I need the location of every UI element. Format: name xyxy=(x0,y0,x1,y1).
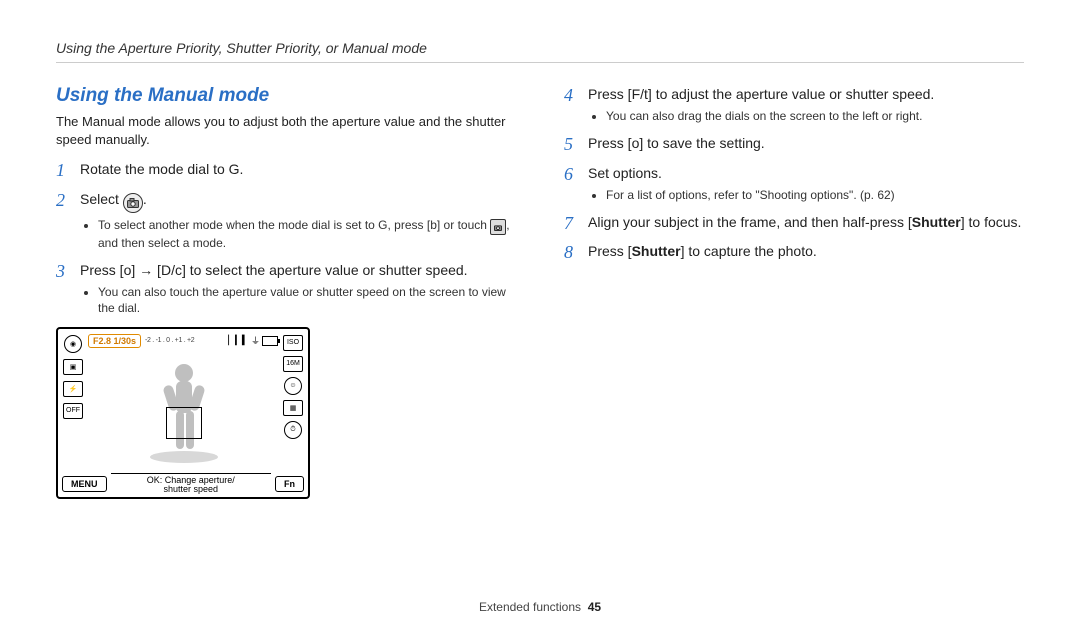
lcd-screenshot: ◉ ▣ ⚡ OFF ISO 16M ☺ ▦ ⏱ F2.8 1/30s -2 . … xyxy=(56,327,310,499)
step-body: Select . To select another mode when the… xyxy=(80,190,516,254)
step-body: Set options. For a list of options, refe… xyxy=(588,164,1024,205)
step-number: 5 xyxy=(564,134,578,156)
lcd-iso-icon: ISO xyxy=(283,335,303,351)
steps-right: 4 Press [F/t] to adjust the aperture val… xyxy=(564,85,1024,264)
step-8: 8 Press [Shutter] to capture the photo. xyxy=(564,242,1024,264)
step-2: 2 Select . To select another mode when t… xyxy=(56,190,516,254)
steps-left: 1 Rotate the mode dial to G. 2 Select . … xyxy=(56,160,516,319)
step-number: 7 xyxy=(564,213,578,235)
lead-paragraph: The Manual mode allows you to adjust bot… xyxy=(56,113,516,148)
lcd-fn-button: Fn xyxy=(275,476,304,492)
lcd-off-icon: OFF xyxy=(63,403,83,419)
lcd-af-icon: ▦ xyxy=(283,400,303,416)
lcd-timer-icon: ⏱ xyxy=(284,421,302,439)
camera-mode-small-icon xyxy=(490,219,506,235)
sub-bullets: To select another mode when the mode dia… xyxy=(98,217,516,252)
step-body: Rotate the mode dial to G. xyxy=(80,160,516,179)
page-footer: Extended functions 45 xyxy=(0,600,1080,614)
lcd-resolution-icon: 16M xyxy=(283,356,303,372)
lcd-hint-text: OK: Change aperture/ shutter speed xyxy=(111,473,272,495)
right-column: 4 Press [F/t] to adjust the aperture val… xyxy=(564,85,1024,499)
lcd-topbar: F2.8 1/30s -2 . -1 . 0 . +1 . +2 ▏▎▍ ⏚ xyxy=(88,334,278,348)
sub-bullet: For a list of options, refer to "Shootin… xyxy=(606,187,1024,203)
manual-page: Using the Aperture Priority, Shutter Pri… xyxy=(0,0,1080,630)
step-number: 6 xyxy=(564,164,578,186)
lcd-flash-icon: ⚡ xyxy=(63,381,83,397)
step-number: 4 xyxy=(564,85,578,107)
page-number: 45 xyxy=(588,600,601,614)
step-6: 6 Set options. For a list of options, re… xyxy=(564,164,1024,205)
lcd-bottom-bar: MENU OK: Change aperture/ shutter speed … xyxy=(58,471,308,497)
running-header: Using the Aperture Priority, Shutter Pri… xyxy=(56,40,1024,63)
left-column: Using the Manual mode The Manual mode al… xyxy=(56,85,516,499)
step-body: Press [F/t] to adjust the aperture value… xyxy=(588,85,1024,126)
sub-bullets: You can also touch the aperture value or… xyxy=(98,284,516,316)
camera-mode-icon xyxy=(123,193,143,213)
focus-frame xyxy=(166,407,202,439)
sub-bullet: To select another mode when the mode dia… xyxy=(98,217,516,252)
lcd-right-icons: ISO 16M ☺ ▦ ⏱ xyxy=(282,335,304,471)
two-column-layout: Using the Manual mode The Manual mode al… xyxy=(56,85,1024,499)
step-body: Press [o] → [D/c] to select the aperture… xyxy=(80,261,516,318)
step-number: 8 xyxy=(564,242,578,264)
shutter-label: Shutter xyxy=(632,243,681,259)
lcd-mode-icon: ◉ xyxy=(64,335,82,353)
step-body: Press [Shutter] to capture the photo. xyxy=(588,242,1024,261)
section-title: Using the Manual mode xyxy=(56,85,516,107)
lcd-menu-button: MENU xyxy=(62,476,107,492)
step-4: 4 Press [F/t] to adjust the aperture val… xyxy=(564,85,1024,126)
lcd-left-icons: ◉ ▣ ⚡ OFF xyxy=(62,335,84,471)
step-7: 7 Align your subject in the frame, and t… xyxy=(564,213,1024,235)
lcd-face-icon: ☺ xyxy=(284,377,302,395)
ev-scale: -2 . -1 . 0 . +1 . +2 xyxy=(145,337,194,344)
signal-bars-icon: ▏▎▍ xyxy=(228,335,249,346)
step-number: 1 xyxy=(56,160,70,182)
wifi-icon: ⏚ xyxy=(251,334,260,347)
step-number: 3 xyxy=(56,261,70,283)
step-3: 3 Press [o] → [D/c] to select the apertu… xyxy=(56,261,516,318)
lcd-drive-icon: ▣ xyxy=(63,359,83,375)
battery-icon xyxy=(262,336,278,346)
exposure-readout: F2.8 1/30s xyxy=(88,334,141,348)
lcd-viewfinder xyxy=(88,353,278,471)
footer-section-label: Extended functions xyxy=(479,600,581,614)
step-5: 5 Press [o] to save the setting. xyxy=(564,134,1024,156)
step-number: 2 xyxy=(56,190,70,212)
shutter-label: Shutter xyxy=(912,214,961,230)
step-body: Press [o] to save the setting. xyxy=(588,134,1024,153)
sub-bullet: You can also drag the dials on the scree… xyxy=(606,108,1024,124)
sub-bullet: You can also touch the aperture value or… xyxy=(98,284,516,316)
lcd-status-icons: ▏▎▍ ⏚ xyxy=(228,334,278,347)
step-1: 1 Rotate the mode dial to G. xyxy=(56,160,516,182)
step-body: Align your subject in the frame, and the… xyxy=(588,213,1024,232)
